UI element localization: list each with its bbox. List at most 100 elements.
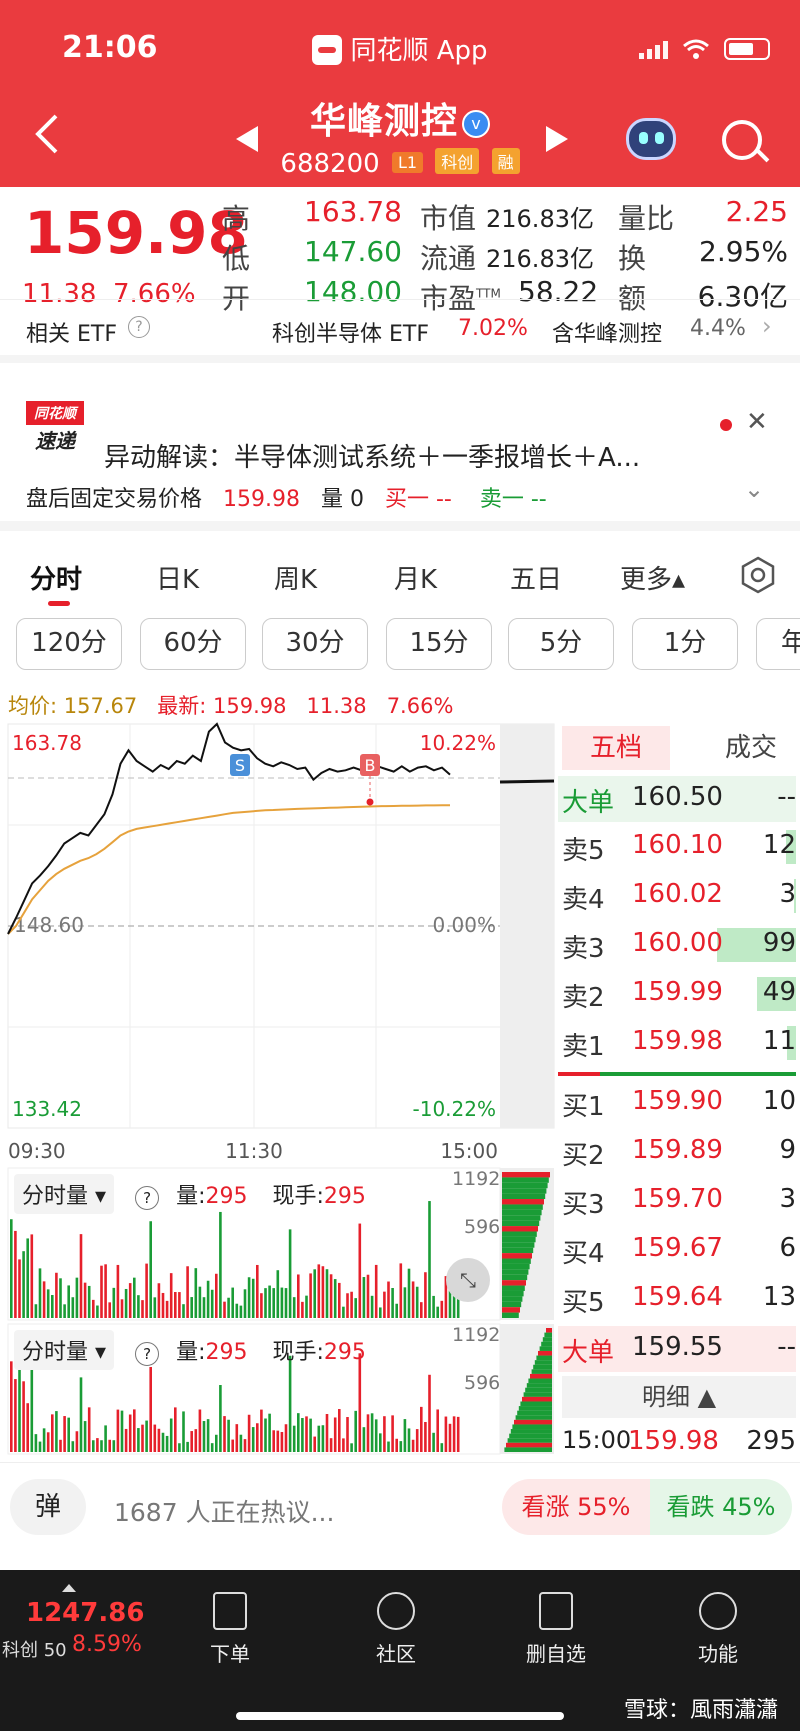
interval-30m[interactable]: 30分 xyxy=(262,618,368,670)
volume-bar xyxy=(243,1439,247,1452)
volume-bar xyxy=(14,1379,17,1452)
tab-week-k[interactable]: 周K xyxy=(274,559,317,596)
volume-bar xyxy=(280,1432,284,1452)
interval-5m[interactable]: 5分 xyxy=(508,618,614,670)
volume-bar xyxy=(387,1281,390,1318)
tab-intraday[interactable]: 分时 xyxy=(30,559,82,596)
nav-community[interactable]: 社区 xyxy=(346,1592,446,1667)
interval-60m[interactable]: 60分 xyxy=(140,618,246,670)
stock-title: 华峰测控 v xyxy=(0,92,800,144)
volume-bar xyxy=(128,1283,132,1318)
tab-month-k[interactable]: 月K xyxy=(394,559,437,596)
nav-remove-watchlist[interactable]: 删自选 xyxy=(506,1592,606,1667)
nav-order[interactable]: 下单 xyxy=(180,1592,280,1667)
nav-functions[interactable]: 功能 xyxy=(668,1592,768,1667)
depth-bar xyxy=(502,1312,519,1318)
volume-bar xyxy=(329,1274,333,1318)
sell-marker[interactable]: S xyxy=(230,754,250,776)
volume-bar xyxy=(256,1264,259,1318)
volume-bar xyxy=(292,1425,296,1452)
post-market-line xyxy=(499,779,555,784)
latest-change-pct: 7.66% xyxy=(386,694,454,718)
ask-volume: 12 xyxy=(762,830,796,860)
news-panel[interactable]: 同花顺 速递 异动解读：半导体测试系统＋一季报增长＋A... ✕ 盘后固定交易价… xyxy=(0,371,800,531)
volume-bar xyxy=(272,1430,275,1452)
volume-bar xyxy=(403,1287,407,1318)
interval-year[interactable]: 年 xyxy=(756,618,800,670)
volume-type-select-1[interactable]: 分时量 ▾ xyxy=(14,1174,115,1214)
volume-bar xyxy=(235,1303,239,1318)
book-divider xyxy=(558,1072,796,1076)
related-etf-row[interactable]: 相关 ETF ? 科创半导体 ETF 7.02% 含华峰测控 4.4% › xyxy=(0,299,800,363)
ask-row: 卖1 159.98 11 xyxy=(558,1020,796,1066)
depth-bar xyxy=(539,1346,552,1351)
volume-bar xyxy=(83,1421,87,1452)
index-value[interactable]: 1247.86 xyxy=(26,1598,144,1628)
pct-top-label: 10.22% xyxy=(420,731,496,755)
depth-bar xyxy=(502,1290,524,1297)
help-icon[interactable]: ? xyxy=(135,1342,160,1366)
volume-bar xyxy=(411,1281,415,1318)
volume-bar xyxy=(354,1410,357,1452)
depth-bar xyxy=(509,1433,552,1439)
volume-bar xyxy=(395,1438,398,1452)
depth-bar xyxy=(502,1204,543,1210)
interval-15m[interactable]: 15分 xyxy=(386,618,492,670)
volume-bar xyxy=(108,1439,111,1452)
float-label: 流通 xyxy=(420,242,477,275)
x-tick-midday: 11:30 xyxy=(225,1139,283,1163)
volume-bar xyxy=(366,1414,370,1452)
volume-bar xyxy=(157,1283,161,1318)
volume-bar xyxy=(444,1416,448,1452)
help-icon[interactable]: ? xyxy=(128,316,150,338)
volume-bar xyxy=(288,1229,292,1318)
vote-down-button[interactable]: 看跌 45% xyxy=(650,1479,792,1535)
volume-bar xyxy=(71,1297,75,1318)
low-label: 低 xyxy=(222,242,251,275)
volume-bar xyxy=(256,1423,259,1452)
depth-bar xyxy=(526,1383,552,1388)
assistant-robot-icon[interactable] xyxy=(626,118,676,160)
detail-toggle[interactable]: 明细 ▲ xyxy=(562,1376,796,1418)
ask-label: 卖4 xyxy=(562,885,605,915)
volume-type-select-2[interactable]: 分时量 ▾ xyxy=(14,1330,115,1370)
help-icon[interactable]: ? xyxy=(135,1186,160,1210)
volume-bar xyxy=(420,1406,423,1452)
tab-order-book[interactable]: 五档 xyxy=(562,726,670,770)
discussion-input[interactable]: 1687 人正在热议... xyxy=(114,1493,334,1529)
chevron-down-icon[interactable]: ⌄ xyxy=(744,475,764,503)
settings-icon[interactable] xyxy=(738,555,778,595)
volume-bar xyxy=(112,1287,116,1318)
tab-trades[interactable]: 成交 xyxy=(706,726,796,770)
svg-text:B: B xyxy=(365,756,376,775)
next-stock-icon[interactable] xyxy=(546,126,568,152)
volume-bar xyxy=(362,1427,366,1452)
etf-holding-label: 含华峰测控 xyxy=(552,322,663,347)
vote-up-button[interactable]: 看涨 55% xyxy=(502,1479,650,1535)
depth-bar xyxy=(512,1424,552,1430)
fullscreen-icon[interactable]: ⤡ xyxy=(446,1258,490,1302)
interval-1m[interactable]: 1分 xyxy=(632,618,738,670)
volume-bar xyxy=(83,1282,87,1318)
close-icon[interactable]: ✕ xyxy=(746,407,768,437)
tab-more[interactable]: 更多▴ xyxy=(620,559,685,596)
interval-120m[interactable]: 120分 xyxy=(16,618,122,670)
volume-bar xyxy=(79,1377,83,1452)
volume-bar xyxy=(145,1420,148,1452)
volume-bar xyxy=(325,1414,329,1452)
buy-marker[interactable]: B xyxy=(360,754,380,806)
depth-bar xyxy=(502,1280,526,1286)
bid-price: 159.67 xyxy=(632,1233,723,1263)
volume-bar xyxy=(350,1291,353,1318)
tab-five-day[interactable]: 五日 xyxy=(510,559,562,596)
quote-panel: 159.98 11.38 7.66% 高 163.78 低 147.60 开 1… xyxy=(0,187,800,315)
tab-day-k[interactable]: 日K xyxy=(156,559,199,596)
depth-bar xyxy=(502,1215,541,1221)
volume-bar xyxy=(243,1289,247,1318)
danmu-toggle-button[interactable]: 弹 xyxy=(10,1479,86,1535)
search-icon[interactable] xyxy=(722,120,762,160)
depth-bar xyxy=(523,1392,552,1397)
news-headline[interactable]: 异动解读：半导体测试系统＋一季报增长＋A... xyxy=(104,437,640,474)
bid-price: 159.89 xyxy=(632,1135,723,1165)
depth-bar xyxy=(530,1373,552,1379)
